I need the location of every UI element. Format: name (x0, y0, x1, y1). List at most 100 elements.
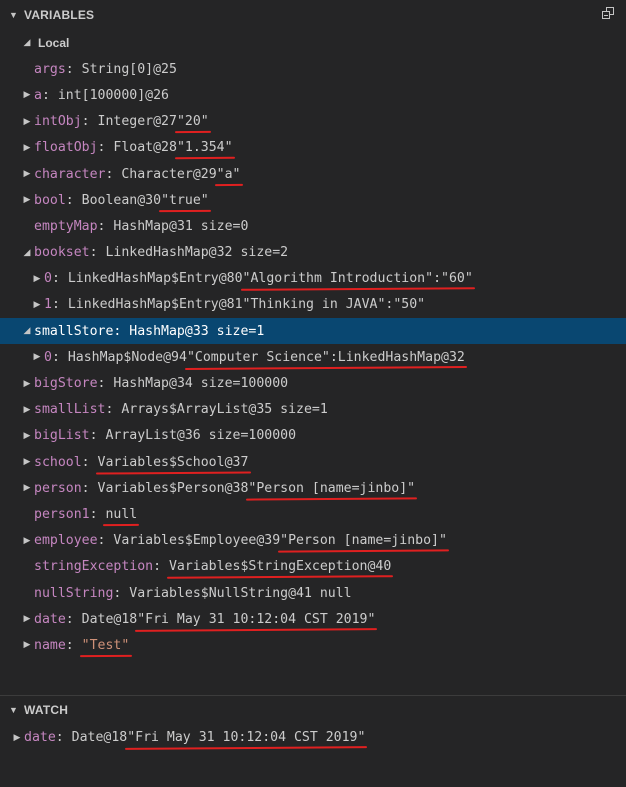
variable-name: 0 (44, 349, 52, 365)
twisty-collapsed-icon[interactable]: ▶ (20, 614, 34, 624)
separator: : (89, 245, 106, 261)
variables-section-header[interactable]: ▼ VARIABLES (0, 0, 626, 30)
twisty-collapsed-icon[interactable]: ▶ (20, 405, 34, 415)
variable-value: int[100000]@26 (57, 87, 169, 103)
variables-row-bigList[interactable]: ▶ bigList: ArrayList@36 size=100000 (0, 423, 626, 449)
variables-row-bool[interactable]: ▶ bool: Boolean@30 "true" (0, 187, 626, 213)
variable-name: bool (34, 192, 66, 208)
separator: : (51, 271, 68, 287)
twisty-collapsed-icon[interactable]: ▶ (20, 457, 34, 467)
twisty-collapsed-icon[interactable]: ▶ (20, 117, 34, 127)
variables-title: VARIABLES (24, 8, 95, 22)
variable-name: 0 (44, 271, 52, 287)
divider-space (0, 659, 626, 695)
separator: : (105, 166, 122, 182)
twisty-collapsed-icon[interactable]: ▶ (20, 483, 34, 493)
separator: : (81, 114, 98, 130)
chevron-down-icon: ▼ (9, 10, 18, 20)
variables-row-school[interactable]: ▶ school: Variables$School@37 (0, 449, 626, 475)
variables-row-floatObj[interactable]: ▶ floatObj: Float@28 "1.354" (0, 135, 626, 161)
separator: : (51, 349, 68, 365)
variable-name: name (34, 637, 66, 653)
separator: : (65, 637, 82, 653)
separator: : (113, 323, 130, 339)
twisty-collapsed-icon[interactable]: ▶ (20, 143, 34, 153)
twisty-expanded-icon: ◢ (23, 38, 31, 49)
variable-name: bigList (34, 428, 90, 444)
variables-row-smallList[interactable]: ▶ smallList: Arrays$ArrayList@35 size=1 (0, 397, 626, 423)
variables-row-character[interactable]: ▶ character: Character@29 "a" (0, 161, 626, 187)
separator: : (51, 297, 68, 313)
variable-name: args (34, 61, 66, 77)
variables-row-bigStore[interactable]: ▶ bigStore: HashMap@34 size=100000 (0, 370, 626, 396)
variable-value: HashMap@31 size=0 (113, 218, 249, 234)
variable-name: 1 (44, 297, 52, 313)
twisty-collapsed-icon[interactable]: ▶ (20, 536, 34, 546)
twisty-collapsed-icon[interactable]: ▶ (20, 640, 34, 650)
variables-row-1[interactable]: ▶ 1: LinkedHashMap$Entry@81 "Thinking in … (0, 292, 626, 318)
variables-row-employee[interactable]: ▶ employee: Variables$Employee@39 "Person… (0, 528, 626, 554)
variables-row-bookset[interactable]: ◢ bookset: LinkedHashMap@32 size=2 (0, 240, 626, 266)
variables-row-args[interactable]: args: String[0]@25 (0, 56, 626, 82)
separator: : (97, 533, 114, 549)
variables-row-name[interactable]: ▶ name: "Test" (0, 632, 626, 658)
variable-value: HashMap@33 size=1 (129, 323, 265, 339)
twisty-collapsed-icon[interactable]: ▶ (20, 379, 34, 389)
separator: : (113, 585, 130, 601)
variable-value: Integer@27 (97, 114, 177, 130)
twisty-collapsed-icon[interactable]: ▶ (20, 431, 34, 441)
variables-row-emptyMap[interactable]: emptyMap: HashMap@31 size=0 (0, 213, 626, 239)
variable-string-value: "Fri May 31 10:12:04 CST 2019" (127, 730, 366, 746)
variables-row-nullString[interactable]: nullString: Variables$NullString@41 null (0, 580, 626, 606)
separator: : (89, 428, 106, 444)
variable-string-value: "20" (176, 114, 209, 130)
separator: : (81, 480, 98, 496)
collapse-all-icon[interactable] (602, 7, 616, 21)
variables-row-0[interactable]: ▶ 0: HashMap$Node@94 "Computer Science":L… (0, 344, 626, 370)
scope-label: Local (38, 36, 70, 51)
variable-value: LinkedHashMap$Entry@80 (67, 271, 243, 287)
variable-name: smallList (34, 402, 106, 418)
watch-tree: ▶ date: Date@18 "Fri May 31 10:12:04 CST … (0, 725, 626, 751)
variables-row-stringException[interactable]: stringException: Variables$StringExcepti… (0, 554, 626, 580)
separator: : (97, 376, 114, 392)
variables-row-smallStore[interactable]: ◢ smallStore: HashMap@33 size=1 (0, 318, 626, 345)
variables-row-person[interactable]: ▶ person: Variables$Person@38 "Person [na… (0, 475, 626, 501)
twisty-collapsed-icon[interactable]: ▶ (30, 352, 44, 362)
variable-value: Variables$Person@38 (97, 480, 249, 496)
twisty-collapsed-icon[interactable]: ▶ (30, 274, 44, 284)
variables-row-person1[interactable]: person1: null (0, 501, 626, 527)
variable-value: LinkedHashMap@32 size=2 (105, 245, 289, 261)
twisty-expanded-icon[interactable]: ◢ (20, 248, 34, 258)
variable-value: Character@29 (121, 166, 217, 182)
variable-name: a (34, 87, 42, 103)
twisty-collapsed-icon[interactable]: ▶ (20, 169, 34, 179)
variable-name: intObj (34, 114, 82, 130)
variable-value: Variables$StringException@40 (168, 559, 392, 575)
variable-value: Variables$School@37 (97, 454, 249, 470)
variables-row-0[interactable]: ▶ 0: LinkedHashMap$Entry@80 "Algorithm In… (0, 266, 626, 292)
twisty-expanded-icon[interactable]: ◢ (20, 326, 34, 336)
variable-string-value: "Person [name=jinbo]" (248, 480, 416, 496)
variable-name: date (34, 611, 66, 627)
separator: : (41, 87, 58, 103)
variables-row-date[interactable]: ▶ date: Date@18 "Fri May 31 10:12:04 CST … (0, 606, 626, 632)
twisty-collapsed-icon[interactable]: ▶ (30, 300, 44, 310)
variable-string-value: "Thinking in JAVA":"50" (242, 297, 426, 313)
variable-name: stringException (34, 559, 154, 575)
variable-value: ArrayList@36 size=100000 (105, 428, 297, 444)
watch-section-header[interactable]: ▼ WATCH (0, 694, 626, 725)
separator: : (97, 140, 114, 156)
variable-string-value: "true" (161, 192, 209, 208)
twisty-collapsed-icon[interactable]: ▶ (10, 733, 24, 743)
twisty-collapsed-icon[interactable]: ▶ (20, 90, 34, 100)
twisty-collapsed-icon[interactable]: ▶ (20, 195, 34, 205)
variables-row-a[interactable]: ▶ a: int[100000]@26 (0, 82, 626, 108)
scope-local[interactable]: ◢ Local (0, 30, 626, 56)
variables-row-intObj[interactable]: ▶ intObj: Integer@27 "20" (0, 109, 626, 135)
watch-row-date[interactable]: ▶ date: Date@18 "Fri May 31 10:12:04 CST … (0, 725, 626, 751)
variables-tree: args: String[0]@25 ▶ a: int[100000]@26 ▶ int… (0, 56, 626, 658)
variable-name: school (34, 454, 82, 470)
separator: : (65, 192, 82, 208)
variable-name: employee (34, 533, 98, 549)
